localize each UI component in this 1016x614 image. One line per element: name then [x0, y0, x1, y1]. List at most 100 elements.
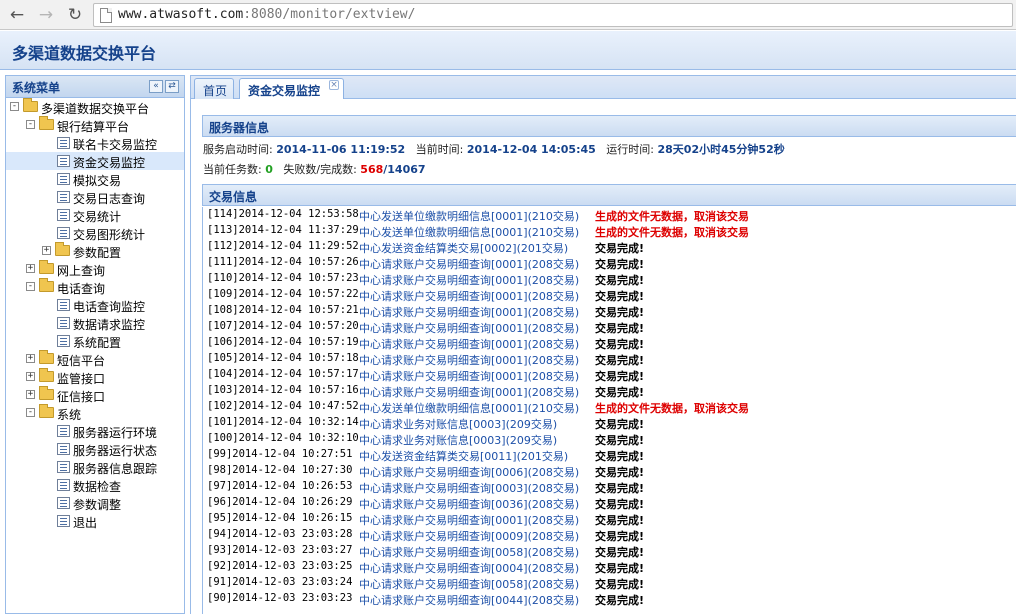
- collapse-icon[interactable]: «: [149, 80, 163, 93]
- sidebar-item[interactable]: 参数调整: [6, 494, 184, 512]
- sidebar-header: 系统菜单 « ⇄: [6, 76, 184, 98]
- collapse-tree-icon[interactable]: -: [26, 408, 35, 417]
- back-arrow-icon[interactable]: ←: [6, 4, 28, 26]
- expand-icon[interactable]: +: [26, 390, 35, 399]
- collapse-tree-icon[interactable]: -: [26, 282, 35, 291]
- transaction-description: 中心请求账户交易明细查询[0001](208交易): [359, 386, 580, 399]
- done-count-value: /14067: [383, 163, 426, 176]
- address-bar[interactable]: www.atwasoft.com:8080/monitor/extview/: [93, 3, 1013, 27]
- folder-icon: [39, 404, 54, 418]
- transaction-description: 中心请求账户交易明细查询[0044](208交易): [359, 594, 580, 607]
- tab-fund-transaction-monitor[interactable]: 资金交易监控 ×: [239, 78, 344, 100]
- sidebar-item[interactable]: 交易统计: [6, 206, 184, 224]
- transaction-description: 中心请求业务对账信息[0003](209交易): [359, 418, 558, 431]
- close-icon[interactable]: ×: [329, 80, 339, 90]
- transaction-row: [113]2014-12-04 11:37:29 中心发送单位缴款明细信息[000…: [203, 223, 1016, 239]
- page-item-icon: [57, 515, 70, 527]
- transaction-id-time: [112]2014-12-04 11:29:52: [207, 240, 359, 252]
- transaction-row: [95]2014-12-04 10:26:15 中心请求账户交易明细查询[0001…: [203, 511, 1016, 527]
- collapse-tree-icon[interactable]: -: [10, 102, 19, 111]
- sidebar-item[interactable]: 模拟交易: [6, 170, 184, 188]
- sidebar-item-label: 交易统计: [73, 210, 122, 224]
- transaction-id-time: [114]2014-12-04 12:53:58: [207, 208, 359, 220]
- transaction-result: 交易完成!: [595, 322, 645, 335]
- sidebar-item[interactable]: + 监管接口: [6, 368, 184, 386]
- tab-home[interactable]: 首页: [194, 78, 234, 99]
- page-item-icon: [57, 479, 70, 491]
- url-text[interactable]: www.atwasoft.com:8080/monitor/extview/: [118, 7, 415, 22]
- sidebar-item[interactable]: 电话查询监控: [6, 296, 184, 314]
- sidebar-item[interactable]: 服务器信息跟踪: [6, 458, 184, 476]
- transaction-description: 中心请求账户交易明细查询[0001](208交易): [359, 258, 580, 271]
- page-icon: [100, 8, 112, 23]
- transaction-description: 中心发送单位缴款明细信息[0001](210交易): [359, 210, 580, 223]
- transaction-id-time: [111]2014-12-04 10:57:26: [207, 256, 359, 268]
- page-item-icon: [57, 317, 70, 329]
- transaction-id-time: [91]2014-12-03 23:03:24: [207, 576, 353, 588]
- sidebar-item[interactable]: 数据检查: [6, 476, 184, 494]
- sidebar-item[interactable]: 交易日志查询: [6, 188, 184, 206]
- transaction-row: [91]2014-12-03 23:03:24 中心请求账户交易明细查询[0058…: [203, 575, 1016, 591]
- sidebar-item[interactable]: - 多渠道数据交换平台: [6, 98, 184, 116]
- page-item-icon: [57, 497, 70, 509]
- transaction-row: [109]2014-12-04 10:57:22 中心请求账户交易明细查询[000…: [203, 287, 1016, 303]
- transaction-result: 交易完成!: [595, 354, 645, 367]
- transaction-description: 中心请求账户交易明细查询[0001](208交易): [359, 274, 580, 287]
- current-time-value: 2014-12-04 14:05:45: [466, 143, 596, 156]
- sidebar-item-label: 参数调整: [73, 498, 122, 512]
- transaction-id-time: [94]2014-12-03 23:03:28: [207, 528, 353, 540]
- expand-icon[interactable]: +: [42, 246, 51, 255]
- sidebar-item[interactable]: 退出: [6, 512, 184, 530]
- folder-icon: [39, 350, 54, 364]
- transaction-id-time: [96]2014-12-04 10:26:29: [207, 496, 353, 508]
- sidebar-item[interactable]: - 银行结算平台: [6, 116, 184, 134]
- sidebar-item[interactable]: 资金交易监控: [6, 152, 184, 170]
- page-item-icon: [57, 299, 70, 311]
- transaction-id-time: [95]2014-12-04 10:26:15: [207, 512, 353, 524]
- sidebar-item[interactable]: 交易图形统计: [6, 224, 184, 242]
- start-time-value: 2014-11-06 11:19:52: [276, 143, 406, 156]
- transaction-description: 中心请求账户交易明细查询[0036](208交易): [359, 498, 580, 511]
- sidebar-item[interactable]: 数据请求监控: [6, 314, 184, 332]
- sidebar-item-label: 交易图形统计: [73, 228, 146, 242]
- page-item-icon: [57, 443, 70, 455]
- transaction-row: [92]2014-12-03 23:03:25 中心请求账户交易明细查询[0004…: [203, 559, 1016, 575]
- sidebar-item-label: 短信平台: [57, 354, 106, 368]
- sidebar-item[interactable]: + 参数配置: [6, 242, 184, 260]
- expand-icon[interactable]: +: [26, 354, 35, 363]
- transaction-result: 生成的文件无数据，取消该交易: [595, 226, 749, 239]
- sidebar-item[interactable]: + 征信接口: [6, 386, 184, 404]
- page-item-icon: [57, 209, 70, 221]
- transaction-description: 中心请求账户交易明细查询[0001](208交易): [359, 322, 580, 335]
- sidebar-item[interactable]: + 网上查询: [6, 260, 184, 278]
- collapse-tree-icon[interactable]: -: [26, 120, 35, 129]
- sidebar-item[interactable]: + 短信平台: [6, 350, 184, 368]
- transaction-description: 中心请求账户交易明细查询[0001](208交易): [359, 306, 580, 319]
- forward-arrow-icon[interactable]: →: [35, 4, 57, 26]
- task-stats-line: 当前任务数: 0 失败数/完成数: 568/14067: [203, 161, 426, 177]
- transaction-row: [110]2014-12-04 10:57:23 中心请求账户交易明细查询[000…: [203, 271, 1016, 287]
- sidebar-item[interactable]: 服务器运行环境: [6, 422, 184, 440]
- transaction-row: [106]2014-12-04 10:57:19 中心请求账户交易明细查询[000…: [203, 335, 1016, 351]
- sidebar-item[interactable]: 联名卡交易监控: [6, 134, 184, 152]
- transaction-row: [97]2014-12-04 10:26:53 中心请求账户交易明细查询[0003…: [203, 479, 1016, 495]
- page-item-icon: [57, 155, 70, 167]
- transaction-result: 生成的文件无数据，取消该交易: [595, 210, 749, 223]
- sidebar-item[interactable]: 服务器运行状态: [6, 440, 184, 458]
- expand-icon[interactable]: +: [26, 372, 35, 381]
- folder-icon: [39, 260, 54, 274]
- reload-icon[interactable]: ↻: [64, 4, 86, 26]
- sidebar-panel: 系统菜单 « ⇄ - 多渠道数据交换平台 - 银行结算平台 联名卡交易监控 资金交易监控模…: [5, 75, 185, 614]
- transaction-result: 交易完成!: [595, 562, 645, 575]
- browser-toolbar: ← → ↻ www.atwasoft.com:8080/monitor/extv…: [0, 0, 1016, 30]
- transaction-result: 交易完成!: [595, 578, 645, 591]
- transaction-row: [99]2014-12-04 10:27:51 中心发送资金结算类交易[0011]…: [203, 447, 1016, 463]
- expand-icon[interactable]: +: [26, 264, 35, 273]
- sidebar-item[interactable]: - 电话查询: [6, 278, 184, 296]
- sidebar-item[interactable]: - 系统: [6, 404, 184, 422]
- sidebar-item-label: 电话查询: [57, 282, 106, 296]
- refresh-icon[interactable]: ⇄: [165, 80, 179, 93]
- sidebar-item-label: 数据检查: [73, 480, 122, 494]
- sidebar-item[interactable]: 系统配置: [6, 332, 184, 350]
- page-item-icon: [57, 137, 70, 149]
